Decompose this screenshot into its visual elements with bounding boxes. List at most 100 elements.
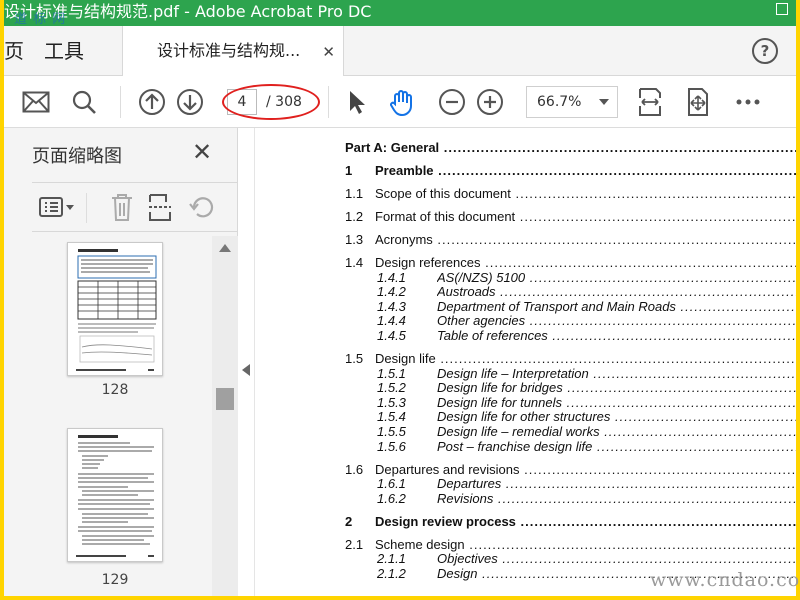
thumbnail-sidebar: 页面缩略图 ✕ 128 129 [14,128,238,596]
toc-entry[interactable]: 1.4.2 Austroads [345,284,796,300]
toc-title: AS(/NZS) 5100 [437,270,796,286]
thumbnail-page-number: 128 [101,382,129,398]
zoom-dropdown[interactable]: 66.7% [526,86,618,118]
zoom-value: 66.7% [537,94,582,110]
thumbnail-page-number: 129 [101,572,129,588]
toc-entry[interactable]: 2 Design review process [345,514,796,530]
sidebar-toolbar [32,182,238,232]
zoom-in-icon[interactable] [474,86,506,118]
toc-number: 2.1.2 [377,566,406,581]
insert-page-icon[interactable] [144,191,176,223]
fit-page-icon[interactable] [634,86,666,118]
toc-number: 1.4 [345,255,364,270]
close-icon[interactable]: ✕ [192,138,212,166]
toc-title: Acronyms [375,232,796,248]
toc-entry[interactable]: 1.3 Acronyms [345,232,796,248]
toc-title: Austroads [437,284,796,300]
previous-page-icon[interactable] [136,86,168,118]
scrollbar-thumb[interactable] [216,388,234,410]
collapse-sidebar-icon[interactable] [242,364,250,376]
thumbnail-options-icon[interactable] [36,191,78,223]
red-highlight-circle [222,84,320,120]
acrobat-app: 页 工具 设计标准与结构规... ✕ ? 4 / 308 66.7% 页面缩略图… [4,26,796,596]
help-button[interactable]: ? [752,38,778,64]
document-view[interactable]: Part A: General 1 Preamble 1.1 Scope of this… [254,128,796,596]
maximize-icon[interactable] [776,3,788,15]
page-thumbnail[interactable] [67,428,163,562]
toc-entry[interactable]: 1 Preamble [345,163,796,179]
toc-entry[interactable]: Part A: General [345,140,796,156]
delete-icon[interactable] [106,191,138,223]
toc-entry[interactable]: 1.6.2 Revisions [345,491,796,507]
toc-entry[interactable]: 1.5 Design life [345,351,796,367]
toc-entry[interactable]: 1.5.5 Design life – remedial works [345,424,796,440]
toc-title: Part A: General [345,140,796,156]
toc-entry[interactable]: 1.1 Scope of this document [345,186,796,202]
toc-entry[interactable]: 1.5.2 Design life for bridges [345,380,796,396]
toc-entry[interactable]: 1.2 Format of this document [345,209,796,225]
toc-title: Revisions [437,491,796,507]
tab-home[interactable]: 页 [4,26,30,76]
toc-title: Design life for bridges [437,380,796,396]
zoom-out-icon[interactable] [436,86,468,118]
toc-number: 1.5.5 [377,424,406,439]
next-page-icon[interactable] [174,86,206,118]
watermark-bottom: www.cndao.com [650,569,800,591]
toc-number: 1.5.1 [377,365,406,381]
toc-number: 1.6.1 [377,476,406,492]
tab-bar: 页 工具 设计标准与结构规... ✕ ? [4,26,796,77]
toolbar-divider [120,86,121,118]
toc-number: 1.5.4 [377,409,406,425]
email-icon[interactable] [20,86,52,118]
toc-title: Design life – Interpretation [437,366,796,382]
toc-number: 1.6 [345,461,364,477]
toc-number: 1.4.4 [377,313,406,329]
toc-entry[interactable]: 1.5.3 Design life for tunnels [345,395,796,411]
toc-entry[interactable]: 1.4.4 Other agencies [345,313,796,329]
tab-tools[interactable]: 工具 [44,26,84,76]
toc-title: Post – franchise design life [437,439,796,455]
rotate-page-icon[interactable] [186,191,218,223]
toc-number: 1.5 [345,351,364,366]
toc-title: Table of references [437,328,796,344]
hand-tool-icon[interactable] [386,86,418,118]
toc-entry[interactable]: 1.6 Departures and revisions [345,462,796,478]
select-cursor-icon[interactable] [340,86,372,118]
toc-number: 1.6.2 [377,490,406,506]
tab-document[interactable]: 设计标准与结构规... ✕ [122,26,344,77]
watermark-top: 道 标 网 [14,12,67,27]
toc-entry[interactable]: 2.1.1 Objectives [345,551,796,567]
toc-entry[interactable]: 1.4.3 Department of Transport and Main Ro… [345,299,796,315]
toc-title: Design review process [375,514,796,530]
toc-entry[interactable]: 1.4.5 Table of references [345,328,796,344]
toc-title: Objectives [437,551,796,567]
close-tab-icon[interactable]: ✕ [322,43,335,61]
toc-entry[interactable]: 1.4 Design references [345,255,796,271]
toolbar-divider [328,86,329,118]
toc-number: 1.4.3 [377,298,406,314]
toc-entry[interactable]: 1.6.1 Departures [345,476,796,492]
toc-entry[interactable]: 1.5.4 Design life for other structures [345,409,796,425]
toc-title: Preamble [375,163,796,179]
rotate-view-icon[interactable] [682,86,714,118]
toolbar: 4 / 308 66.7% [4,76,796,128]
toc-entry[interactable]: 2.1 Scheme design [345,537,796,553]
page-thumbnail[interactable] [67,242,163,376]
scroll-up-icon[interactable] [219,244,231,252]
more-options-icon[interactable] [732,86,764,118]
toc-number: 2.1.1 [377,551,406,567]
toc-title: Design life [375,351,796,367]
navigation-pane-edge [4,128,14,596]
toc-entry[interactable]: 1.4.1 AS(/NZS) 5100 [345,270,796,286]
search-icon[interactable] [68,86,100,118]
toc-title: Design life – remedial works [437,424,796,440]
toc-title: Design references [375,255,796,271]
title-bar: 设计标准与结构规范.pdf - Adobe Acrobat Pro DC [4,0,796,26]
toc-title: Scheme design [375,537,796,553]
toc-number: 1.5.3 [377,394,406,410]
thumbnail-scrollbar[interactable] [212,236,238,596]
toc-entry[interactable]: 1.5.6 Post – franchise design life [345,439,796,455]
toc-entry[interactable]: 1.5.1 Design life – Interpretation [345,366,796,382]
toc-number: 1.4.5 [377,328,406,343]
tab-document-label: 设计标准与结构规... [157,41,301,60]
